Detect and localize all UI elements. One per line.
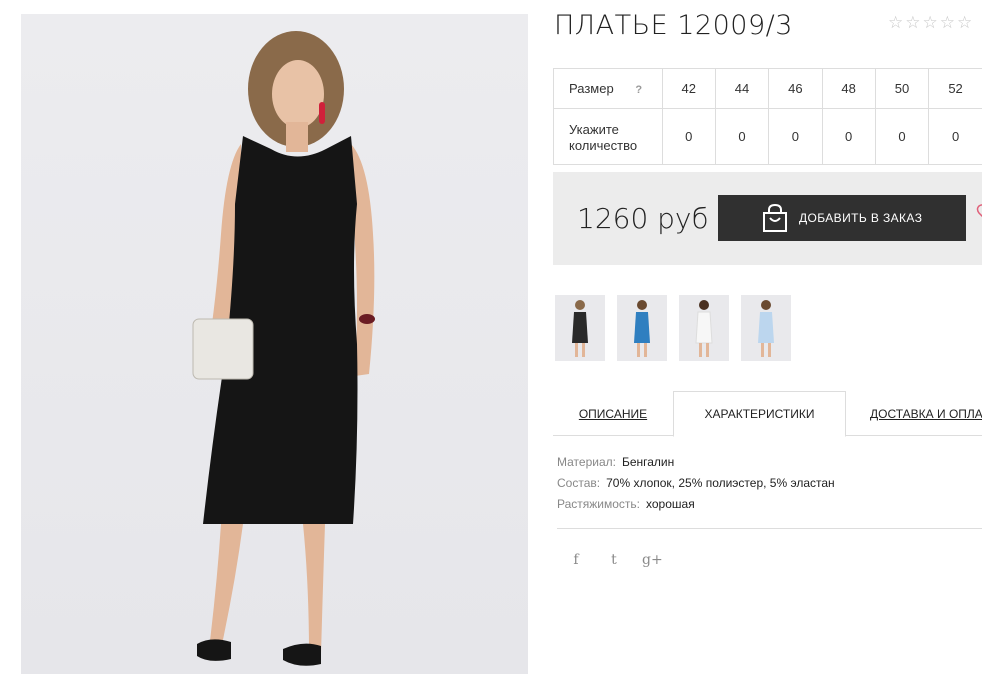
star-icon[interactable]: ☆	[957, 14, 972, 31]
rating-stars[interactable]: ☆ ☆ ☆ ☆ ☆	[888, 14, 972, 31]
thumbnail-gallery	[555, 295, 791, 361]
size-cell: 42	[661, 68, 716, 109]
purchase-panel: 1260 руб ДОБАВИТЬ В ЗАКАЗ	[553, 172, 982, 265]
size-cell: 44	[714, 68, 770, 109]
social-share: f t g+	[566, 552, 662, 568]
thumbnail-3[interactable]	[679, 295, 729, 361]
characteristic-value: 70% хлопок, 25% полиэстер, 5% эластан	[606, 476, 835, 490]
quantity-input[interactable]: 0	[661, 108, 716, 165]
size-cell: 48	[821, 68, 876, 109]
thumbnail-4[interactable]	[741, 295, 791, 361]
help-icon[interactable]: ?	[635, 84, 642, 96]
characteristic-key: Материал:	[557, 455, 616, 469]
shopping-bag-icon	[763, 203, 787, 232]
star-icon[interactable]: ☆	[905, 14, 920, 31]
quantity-label-line1: Укажите	[569, 122, 619, 137]
star-icon[interactable]: ☆	[940, 14, 955, 31]
size-cell: 46	[768, 68, 823, 109]
star-icon[interactable]: ☆	[923, 14, 938, 31]
characteristic-row: Состав: 70% хлопок, 25% полиэстер, 5% эла…	[557, 473, 835, 494]
quantity-input[interactable]: 0	[928, 108, 982, 165]
quantity-header: Укажите количество	[553, 108, 663, 165]
googleplus-icon[interactable]: g+	[642, 552, 663, 568]
quantity-input[interactable]: 0	[714, 108, 770, 165]
facebook-icon[interactable]: f	[566, 552, 586, 568]
quantity-input[interactable]: 0	[768, 108, 823, 165]
tab-characteristics[interactable]: ХАРАКТЕРИСТИКИ	[673, 391, 846, 437]
twitter-icon[interactable]: t	[604, 552, 624, 568]
divider	[557, 528, 982, 529]
thumbnail-1[interactable]	[555, 295, 605, 361]
size-row: Размер ? 42 44 46 48 50 52	[553, 68, 982, 109]
quantity-input[interactable]: 0	[874, 108, 930, 165]
tab-delivery[interactable]: ДОСТАВКА И ОПЛАТА	[846, 391, 982, 436]
quantity-input[interactable]: 0	[821, 108, 876, 165]
heart-icon[interactable]	[976, 202, 982, 224]
characteristic-key: Состав:	[557, 476, 601, 490]
characteristic-value: Бенгалин	[621, 455, 675, 469]
quantity-row: Укажите количество 0 0 0 0 0 0	[553, 108, 982, 165]
size-quantity-table: Размер ? 42 44 46 48 50 52 Укажите колич…	[553, 68, 982, 165]
star-icon[interactable]: ☆	[888, 14, 903, 31]
thumbnail-2[interactable]	[617, 295, 667, 361]
characteristics-list: Материал: Бенгалин Состав: 70% хлопок, 25%…	[557, 452, 835, 515]
add-to-order-button[interactable]: ДОБАВИТЬ В ЗАКАЗ	[718, 195, 966, 241]
quantity-label-line2: количество	[569, 138, 638, 153]
size-cell: 50	[874, 68, 930, 109]
product-tabs: ОПИСАНИЕ ХАРАКТЕРИСТИКИ ДОСТАВКА И ОПЛАТ…	[553, 391, 982, 437]
main-product-image[interactable]	[21, 14, 528, 674]
characteristic-key: Растяжимость:	[557, 497, 641, 511]
price: 1260 руб	[577, 202, 709, 235]
product-title: ПЛАТЬЕ 12009/3	[554, 10, 793, 41]
characteristic-value: хорошая	[646, 497, 695, 511]
size-label: Размер	[569, 81, 614, 96]
characteristic-row: Растяжимость: хорошая	[557, 494, 835, 515]
characteristic-row: Материал: Бенгалин	[557, 452, 835, 473]
size-header: Размер ?	[553, 68, 663, 109]
add-to-order-label: ДОБАВИТЬ В ЗАКАЗ	[799, 211, 923, 225]
size-cell: 52	[928, 68, 982, 109]
tab-description[interactable]: ОПИСАНИЕ	[553, 391, 673, 436]
